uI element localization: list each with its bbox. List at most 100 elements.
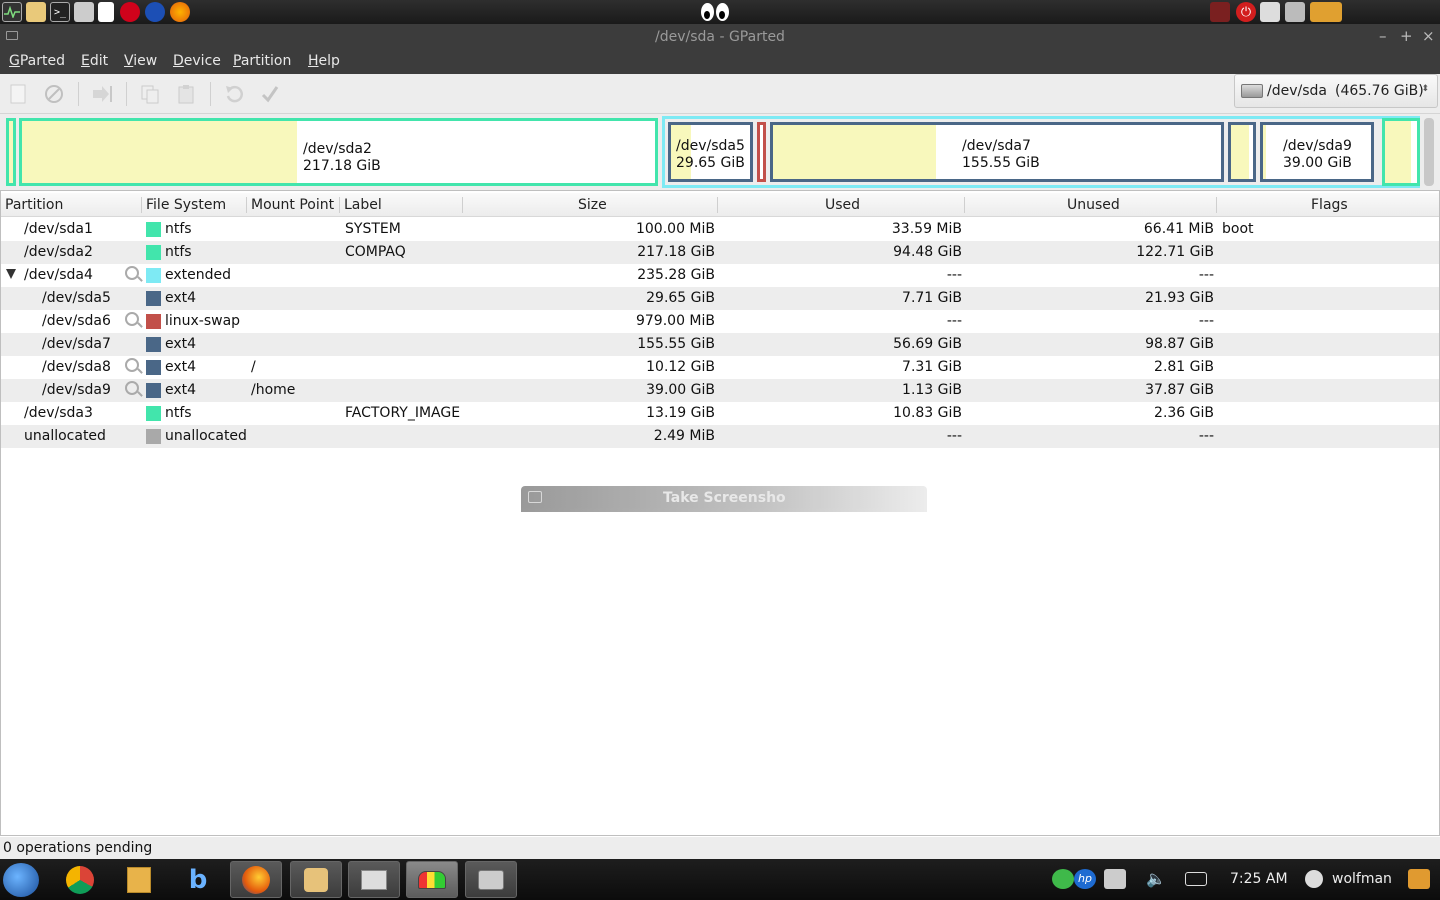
menu-partition[interactable]: Partition bbox=[233, 53, 291, 69]
filesystem-color-swatch bbox=[146, 268, 161, 283]
update-check-icon[interactable] bbox=[1052, 869, 1074, 889]
logout-icon[interactable] bbox=[1210, 2, 1230, 22]
col-flags[interactable]: Flags bbox=[1311, 197, 1348, 213]
camera-icon bbox=[528, 491, 542, 503]
table-row[interactable]: /dev/sda3 ntfs FACTORY_IMAGE 13.19 GiB 10.83… bbox=[1, 402, 1439, 425]
pmap-sda2[interactable]: /dev/sda2 217.18 GiB bbox=[19, 118, 658, 186]
table-row[interactable]: /dev/sda1 ntfs SYSTEM 100.00 MiB 33.59 MiB 66… bbox=[1, 218, 1439, 241]
firefox-task[interactable] bbox=[230, 861, 282, 898]
col-label[interactable]: Label bbox=[344, 197, 382, 213]
mounted-key-icon bbox=[125, 381, 139, 395]
hp-printer-icon[interactable]: hp bbox=[1074, 869, 1096, 889]
apply-icon[interactable] bbox=[258, 82, 282, 106]
col-mountpoint[interactable]: Mount Point bbox=[251, 197, 334, 213]
table-row[interactable]: /dev/sda8 ext4 / 10.12 GiB 7.31 GiB 2.81 GiB bbox=[1, 356, 1439, 379]
pmap-sda7[interactable]: /dev/sda7 155.55 GiB bbox=[770, 122, 1224, 182]
network-icon[interactable] bbox=[1104, 869, 1126, 889]
clock[interactable]: 7:25 AM bbox=[1230, 871, 1288, 887]
table-row[interactable]: /dev/sda7 ext4 155.55 GiB 56.69 GiB 98.87 Gi… bbox=[1, 333, 1439, 356]
distro-logo-icon bbox=[3, 862, 39, 897]
trash-icon[interactable] bbox=[1285, 2, 1305, 22]
table-row[interactable]: /dev/sda9 ext4/home 39.00 GiB 1.13 GiB 37.87… bbox=[1, 379, 1439, 402]
menu-edit[interactable]: Edit bbox=[81, 53, 108, 69]
mail-icon[interactable] bbox=[1185, 872, 1207, 886]
expander-arrow-icon[interactable] bbox=[6, 269, 16, 279]
file-manager-task[interactable] bbox=[348, 861, 400, 898]
table-row[interactable]: /dev/sda2 ntfs COMPAQ 217.18 GiB 94.48 GiB 12… bbox=[1, 241, 1439, 264]
username[interactable]: wolfman bbox=[1332, 871, 1392, 887]
chrome-launcher[interactable] bbox=[54, 861, 106, 898]
pmap-sda8[interactable] bbox=[1228, 122, 1256, 182]
files-launcher[interactable] bbox=[113, 861, 165, 898]
device-selector[interactable]: /dev/sda (465.76 GiB) ⬍ bbox=[1234, 74, 1438, 108]
cell-unused: 21.93 GiB bbox=[1145, 290, 1214, 306]
system-monitor-icon[interactable] bbox=[2, 2, 22, 22]
table-row[interactable]: unallocated unallocated 2.49 MiB --- --- bbox=[1, 425, 1439, 448]
close-button[interactable]: × bbox=[1422, 27, 1435, 45]
desktop-icon[interactable] bbox=[1310, 2, 1342, 22]
bottom-panel: b hp 🔈 7:25 AM wolfman bbox=[0, 859, 1440, 900]
gparted-icon bbox=[418, 870, 446, 889]
cell-unused: 98.87 GiB bbox=[1145, 336, 1214, 352]
archive-task[interactable] bbox=[290, 861, 342, 898]
drawer-icon bbox=[361, 869, 387, 890]
resize-move-icon[interactable] bbox=[90, 82, 114, 106]
minimize-button[interactable]: – bbox=[1379, 27, 1387, 45]
col-size[interactable]: Size bbox=[578, 197, 607, 213]
undo-icon[interactable] bbox=[222, 82, 246, 106]
status-text: 0 operations pending bbox=[3, 840, 153, 856]
cell-partition: /dev/sda5 bbox=[42, 290, 111, 306]
document-viewer-icon[interactable] bbox=[98, 2, 114, 22]
new-partition-icon[interactable] bbox=[6, 82, 30, 106]
opera-browser-icon[interactable] bbox=[120, 2, 140, 22]
table-row[interactable]: /dev/sda4 extended 235.28 GiB --- --- bbox=[1, 264, 1439, 287]
firefox-icon[interactable] bbox=[170, 2, 190, 22]
table-row[interactable]: /dev/sda5 ext4 29.65 GiB 7.71 GiB 21.93 GiB bbox=[1, 287, 1439, 310]
pmap-sda1[interactable] bbox=[6, 118, 16, 186]
menu-help[interactable]: Help bbox=[308, 53, 340, 69]
pmap-sda9[interactable]: /dev/sda9 39.00 GiB bbox=[1260, 122, 1374, 182]
pmap-sda6[interactable] bbox=[757, 122, 766, 182]
device-name: /dev/sda bbox=[1267, 83, 1327, 99]
cell-size: 2.49 MiB bbox=[653, 428, 715, 444]
take-screenshot-dialog-titlebar[interactable]: Take Screensho bbox=[521, 486, 927, 512]
pmap-sda5[interactable]: /dev/sda5 29.65 GiB bbox=[668, 122, 753, 182]
show-desktop-icon[interactable] bbox=[1408, 869, 1430, 889]
menu-view[interactable]: View bbox=[124, 53, 157, 69]
volume-icon[interactable]: 🔈 bbox=[1146, 869, 1168, 889]
screenshot-app-icon[interactable] bbox=[74, 2, 94, 22]
gparted-task[interactable] bbox=[406, 861, 458, 898]
col-used[interactable]: Used bbox=[825, 197, 860, 213]
toolbar-separator bbox=[78, 82, 79, 106]
col-unused[interactable]: Unused bbox=[1067, 197, 1120, 213]
pmap-unallocated[interactable] bbox=[1424, 118, 1434, 186]
menu-device[interactable]: Device bbox=[173, 53, 221, 69]
cell-size: 39.00 GiB bbox=[646, 382, 715, 398]
top-panel: >_ ⏻ bbox=[0, 0, 1440, 24]
cell-unused: 37.87 GiB bbox=[1145, 382, 1214, 398]
col-partition[interactable]: Partition bbox=[5, 197, 63, 213]
col-filesystem[interactable]: File System bbox=[146, 197, 226, 213]
terminal-icon[interactable]: >_ bbox=[50, 2, 70, 22]
table-row[interactable]: /dev/sda6 linux-swap 979.00 MiB --- --- bbox=[1, 310, 1439, 333]
maximize-button[interactable]: + bbox=[1400, 27, 1413, 45]
mounted-key-icon bbox=[125, 266, 139, 280]
main-menu-button[interactable] bbox=[0, 861, 42, 898]
cell-used: --- bbox=[946, 428, 962, 444]
shutdown-icon[interactable]: ⏻ bbox=[1236, 2, 1256, 22]
switch-user-icon[interactable] bbox=[1260, 2, 1280, 22]
menu-gparted[interactable]: GParted bbox=[9, 53, 65, 69]
delete-partition-icon[interactable] bbox=[42, 82, 66, 106]
copy-icon[interactable] bbox=[138, 82, 162, 106]
globe-browser-icon[interactable] bbox=[145, 2, 165, 22]
session-icon[interactable] bbox=[1305, 870, 1323, 888]
partition-map: /dev/sda2 217.18 GiB /dev/sda5 29.65 GiB… bbox=[0, 114, 1440, 190]
window-titlebar[interactable]: /dev/sda - GParted – + × bbox=[0, 24, 1440, 50]
paste-icon[interactable] bbox=[174, 82, 198, 106]
cell-label: SYSTEM bbox=[345, 221, 401, 237]
bible-app-launcher[interactable]: b bbox=[172, 861, 224, 898]
pmap-sda3[interactable] bbox=[1382, 118, 1420, 186]
archive-manager-icon[interactable] bbox=[26, 2, 46, 22]
screenshot-task[interactable] bbox=[465, 861, 517, 898]
cell-used: 7.31 GiB bbox=[902, 359, 962, 375]
